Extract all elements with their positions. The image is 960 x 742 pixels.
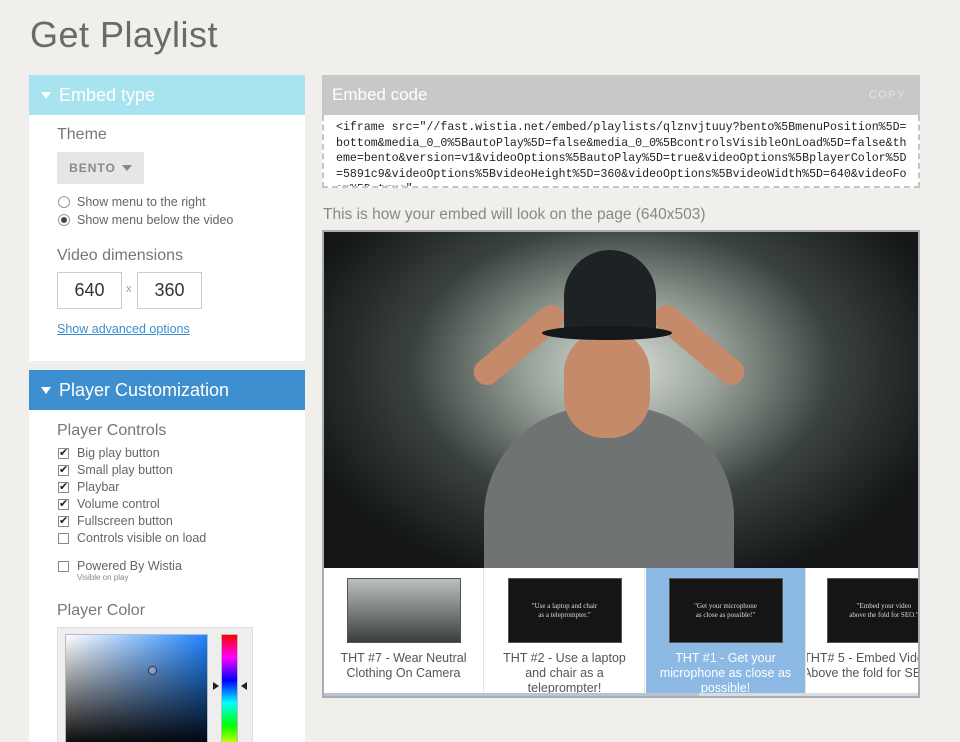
thumbnail-sign-text: "Embed your video above the fold for SEO… (849, 601, 919, 619)
playbar-label: Playbar (77, 480, 120, 494)
small-play-button-label: Small play button (77, 463, 173, 477)
dimension-separator: x (126, 283, 132, 295)
playlist-item-active[interactable]: "Get your microphone as close as possibl… (646, 568, 806, 696)
big-play-button-label: Big play button (77, 446, 160, 460)
video-figure-arm (648, 299, 750, 391)
video-player[interactable] (324, 232, 918, 568)
embed-type-header[interactable]: Embed type (29, 75, 305, 115)
hue-slider[interactable] (221, 634, 238, 742)
player-customization-panel: Player Customization Player Controls ✔ B… (29, 370, 305, 742)
page-title: Get Playlist (30, 14, 219, 55)
fullscreen-button-label: Fullscreen button (77, 514, 173, 528)
show-advanced-options-link[interactable]: Show advanced options (57, 322, 190, 336)
playlist-thumbnails: THT #7 - Wear Neutral Clothing On Camera… (324, 568, 919, 696)
checkbox-checked[interactable]: ✔ (58, 515, 69, 527)
fullscreen-button-option[interactable]: ✔ Fullscreen button (58, 514, 173, 528)
checkbox-unchecked[interactable] (58, 532, 69, 544)
playlist-item[interactable]: "Use a laptop and chair as a teleprompte… (485, 568, 645, 696)
big-play-button-option[interactable]: ✔ Big play button (58, 446, 160, 460)
powered-by-option[interactable]: Powered By Wistia (58, 559, 182, 573)
controls-visible-option[interactable]: Controls visible on load (58, 531, 206, 545)
chevron-down-icon (121, 165, 132, 171)
top-hat (564, 250, 656, 334)
color-picker (57, 627, 253, 742)
thumbnail-image: "Get your microphone as close as possibl… (668, 578, 783, 643)
playlist-item-title: THT #1 - Get your microphone as close as… (659, 651, 792, 695)
embed-type-panel: Embed type Theme BENTO Show menu to the … (29, 75, 305, 361)
powered-by-note: Visible on play (77, 573, 129, 582)
video-figure-head (564, 330, 650, 438)
width-input[interactable]: 640 (57, 272, 122, 309)
thumbnail-sign-text: "Get your microphone as close as possibl… (694, 601, 757, 619)
collapse-triangle-icon (41, 386, 51, 394)
preview-caption: This is how your embed will look on the … (323, 206, 706, 223)
color-handle[interactable] (148, 666, 157, 675)
thumbnail-image: "Use a laptop and chair as a teleprompte… (507, 578, 622, 643)
player-customization-header[interactable]: Player Customization (29, 370, 305, 410)
small-play-button-option[interactable]: ✔ Small play button (58, 463, 173, 477)
menu-right-option[interactable]: Show menu to the right (58, 195, 206, 209)
theme-value: BENTO (69, 161, 116, 175)
thumbnail-sign-text: "Use a laptop and chair as a teleprompte… (531, 601, 598, 619)
radio-button-selected[interactable] (58, 214, 70, 226)
player-customization-title: Player Customization (59, 379, 230, 400)
volume-control-label: Volume control (77, 497, 160, 511)
embed-code-textarea[interactable]: <iframe src="//fast.wistia.net/embed/pla… (322, 115, 920, 188)
embed-code-header: Embed code COPY (322, 75, 920, 115)
playbar-option[interactable]: ✔ Playbar (58, 480, 119, 494)
embed-preview: THT #7 - Wear Neutral Clothing On Camera… (322, 230, 920, 698)
playlist-scrollbar[interactable] (324, 693, 918, 696)
embed-code-title: Embed code (332, 85, 428, 104)
player-color-label: Player Color (57, 602, 146, 619)
playlist-item[interactable]: THT #7 - Wear Neutral Clothing On Camera (324, 568, 484, 696)
controls-visible-label: Controls visible on load (77, 531, 207, 545)
checkbox-unchecked[interactable] (58, 560, 69, 572)
copy-button[interactable]: COPY (869, 89, 906, 101)
video-figure-arm (468, 299, 570, 391)
playlist-item[interactable]: "Embed your video above the fold for SEO… (807, 568, 919, 696)
top-hat-brim (542, 326, 672, 340)
checkbox-checked[interactable]: ✔ (58, 498, 69, 510)
thumbnail-image (346, 578, 461, 643)
menu-below-option[interactable]: Show menu below the video (58, 213, 233, 227)
hue-arrow-right-icon[interactable] (241, 682, 247, 690)
collapse-triangle-icon (41, 91, 51, 99)
hue-arrow-left-icon[interactable] (213, 682, 219, 690)
powered-by-label: Powered By Wistia (77, 559, 182, 573)
playlist-scrollbar-thumb[interactable] (324, 693, 699, 696)
theme-label: Theme (57, 126, 107, 143)
thumbnail-image: "Embed your video above the fold for SEO… (827, 578, 919, 643)
embed-code-panel: Embed code COPY <iframe src="//fast.wist… (322, 75, 920, 188)
playlist-item-title: THT #7 - Wear Neutral Clothing On Camera (340, 651, 467, 680)
menu-right-label: Show menu to the right (77, 195, 206, 209)
checkbox-checked[interactable]: ✔ (58, 481, 69, 493)
theme-select[interactable]: BENTO (57, 152, 144, 184)
saturation-value-area[interactable] (65, 634, 208, 742)
menu-below-label: Show menu below the video (77, 213, 234, 227)
height-input[interactable]: 360 (137, 272, 202, 309)
radio-button[interactable] (58, 196, 70, 208)
checkbox-checked[interactable]: ✔ (58, 464, 69, 476)
player-controls-label: Player Controls (57, 422, 167, 439)
dimensions-label: Video dimensions (57, 247, 184, 264)
embed-type-title: Embed type (59, 84, 156, 105)
checkbox-checked[interactable]: ✔ (58, 447, 69, 459)
playlist-item-title: THT# 5 - Embed Video Above the fold for … (807, 651, 918, 680)
volume-control-option[interactable]: ✔ Volume control (58, 497, 160, 511)
playlist-item-title: THT #2 - Use a laptop and chair as a tel… (503, 651, 626, 695)
